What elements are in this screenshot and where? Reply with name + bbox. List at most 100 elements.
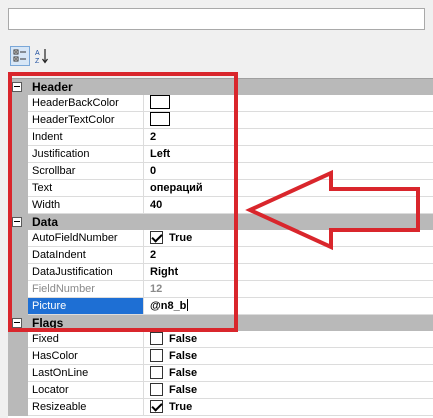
row-gutter [8,197,28,214]
property-row-hascolor[interactable]: HasColor False [8,348,433,365]
row-gutter [8,129,28,146]
property-value[interactable]: False [144,331,433,348]
property-value[interactable]: Left [144,146,433,163]
category-label: Header [32,80,73,94]
property-name[interactable]: Locator [28,382,144,399]
color-swatch[interactable] [150,95,170,110]
property-value[interactable]: 2 [144,247,433,264]
row-gutter [8,230,28,247]
property-row-fieldnumber[interactable]: FieldNumber 12 [8,281,433,298]
property-row-width[interactable]: Width 40 [8,197,433,214]
property-name[interactable]: HeaderBackColor [28,95,144,112]
category-data[interactable]: Data [8,214,433,230]
property-value[interactable] [144,95,433,112]
row-gutter [8,348,28,365]
row-gutter [8,365,28,382]
property-row-locator[interactable]: Locator False [8,382,433,399]
property-value[interactable]: False [144,382,433,399]
property-name[interactable]: Indent [28,129,144,146]
row-gutter [8,180,28,197]
text-caret [187,299,189,312]
categorized-view-button[interactable] [10,46,30,66]
property-value: 12 [144,281,433,298]
property-value[interactable]: False [144,365,433,382]
collapse-icon[interactable] [12,82,22,92]
checkbox-unchecked-icon[interactable] [150,365,163,379]
property-name[interactable]: AutoFieldNumber [28,230,144,247]
property-value-text: 12 [150,283,163,295]
property-value[interactable]: @n8_b [144,298,433,315]
property-value[interactable] [144,112,433,129]
property-value-text: False [169,350,198,362]
collapse-icon[interactable] [12,217,22,227]
property-row-dataindent[interactable]: DataIndent 2 [8,247,433,264]
property-row-autofieldnumber[interactable]: AutoFieldNumber True [8,230,433,247]
property-value[interactable]: 2 [144,129,433,146]
property-row-headerbackcolor[interactable]: HeaderBackColor [8,95,433,112]
checkbox-unchecked-icon[interactable] [150,348,163,362]
category-header[interactable]: Header [8,79,433,95]
property-name[interactable]: DataJustification [28,264,144,281]
row-gutter [8,382,28,399]
categorized-icon [13,49,26,62]
row-gutter [8,264,28,281]
property-row-text[interactable]: Text операций [8,180,433,197]
property-row-scrollbar[interactable]: Scrollbar 0 [8,163,433,180]
property-value-text: 40 [150,199,163,211]
property-value[interactable]: Right [144,264,433,281]
property-row-picture[interactable]: Picture @n8_b [8,298,433,315]
property-name[interactable]: HeaderTextColor [28,112,144,129]
property-value[interactable]: True [144,230,433,247]
alphabetical-sort-icon: A Z [35,49,48,65]
row-gutter [8,112,28,129]
property-row-lastonline[interactable]: LastOnLine False [8,365,433,382]
property-value-text: True [169,401,193,413]
property-value[interactable]: 0 [144,163,433,180]
checkbox-unchecked-icon[interactable] [150,331,163,345]
row-gutter [8,298,28,315]
property-row-fixed[interactable]: Fixed False [8,331,433,348]
property-name[interactable]: Fixed [28,331,144,348]
category-flags[interactable]: Flags [8,315,433,331]
property-name[interactable]: Picture [28,298,144,315]
collapse-icon[interactable] [12,318,22,328]
property-name[interactable]: DataIndent [28,247,144,264]
property-grid: Header HeaderBackColor HeaderTextColor Inde… [8,78,433,418]
object-selector-combo[interactable] [8,8,425,30]
property-name[interactable]: HasColor [28,348,144,365]
property-name[interactable]: Resizeable [28,399,144,416]
property-value[interactable]: операций [144,180,433,197]
property-value-editor[interactable]: @n8_b [150,300,186,312]
property-row-resizeable[interactable]: Resizeable True [8,399,433,416]
svg-text:Z: Z [35,58,40,65]
property-value[interactable]: True [144,399,433,416]
property-value[interactable]: 40 [144,197,433,214]
category-label: Flags [32,316,64,330]
property-row-justification[interactable]: Justification Left [8,146,433,163]
property-value-text: True [169,232,193,244]
property-name[interactable]: Width [28,197,144,214]
property-value[interactable]: False [144,348,433,365]
property-value-text: Right [150,266,179,278]
checkbox-unchecked-icon[interactable] [150,382,163,396]
property-value-text: False [169,384,198,396]
row-gutter [8,399,28,416]
property-name[interactable]: Scrollbar [28,163,144,180]
color-swatch[interactable] [150,112,170,127]
row-gutter [8,281,28,298]
property-name[interactable]: FieldNumber [28,281,144,298]
checkbox-checked-icon[interactable] [150,230,163,244]
svg-text:A: A [35,50,40,57]
property-row-datajustification[interactable]: DataJustification Right [8,264,433,281]
property-row-indent[interactable]: Indent 2 [8,129,433,146]
property-row-headertextcolor[interactable]: HeaderTextColor [8,112,433,129]
property-name[interactable]: Justification [28,146,144,163]
property-name[interactable]: LastOnLine [28,365,144,382]
property-name[interactable]: Text [28,180,144,197]
property-value-text: операций [150,182,203,194]
alphabetical-view-button[interactable]: A Z [32,46,52,66]
row-gutter [8,247,28,264]
checkbox-checked-icon[interactable] [150,399,163,413]
property-value-text: 0 [150,165,157,177]
row-gutter [8,331,28,348]
